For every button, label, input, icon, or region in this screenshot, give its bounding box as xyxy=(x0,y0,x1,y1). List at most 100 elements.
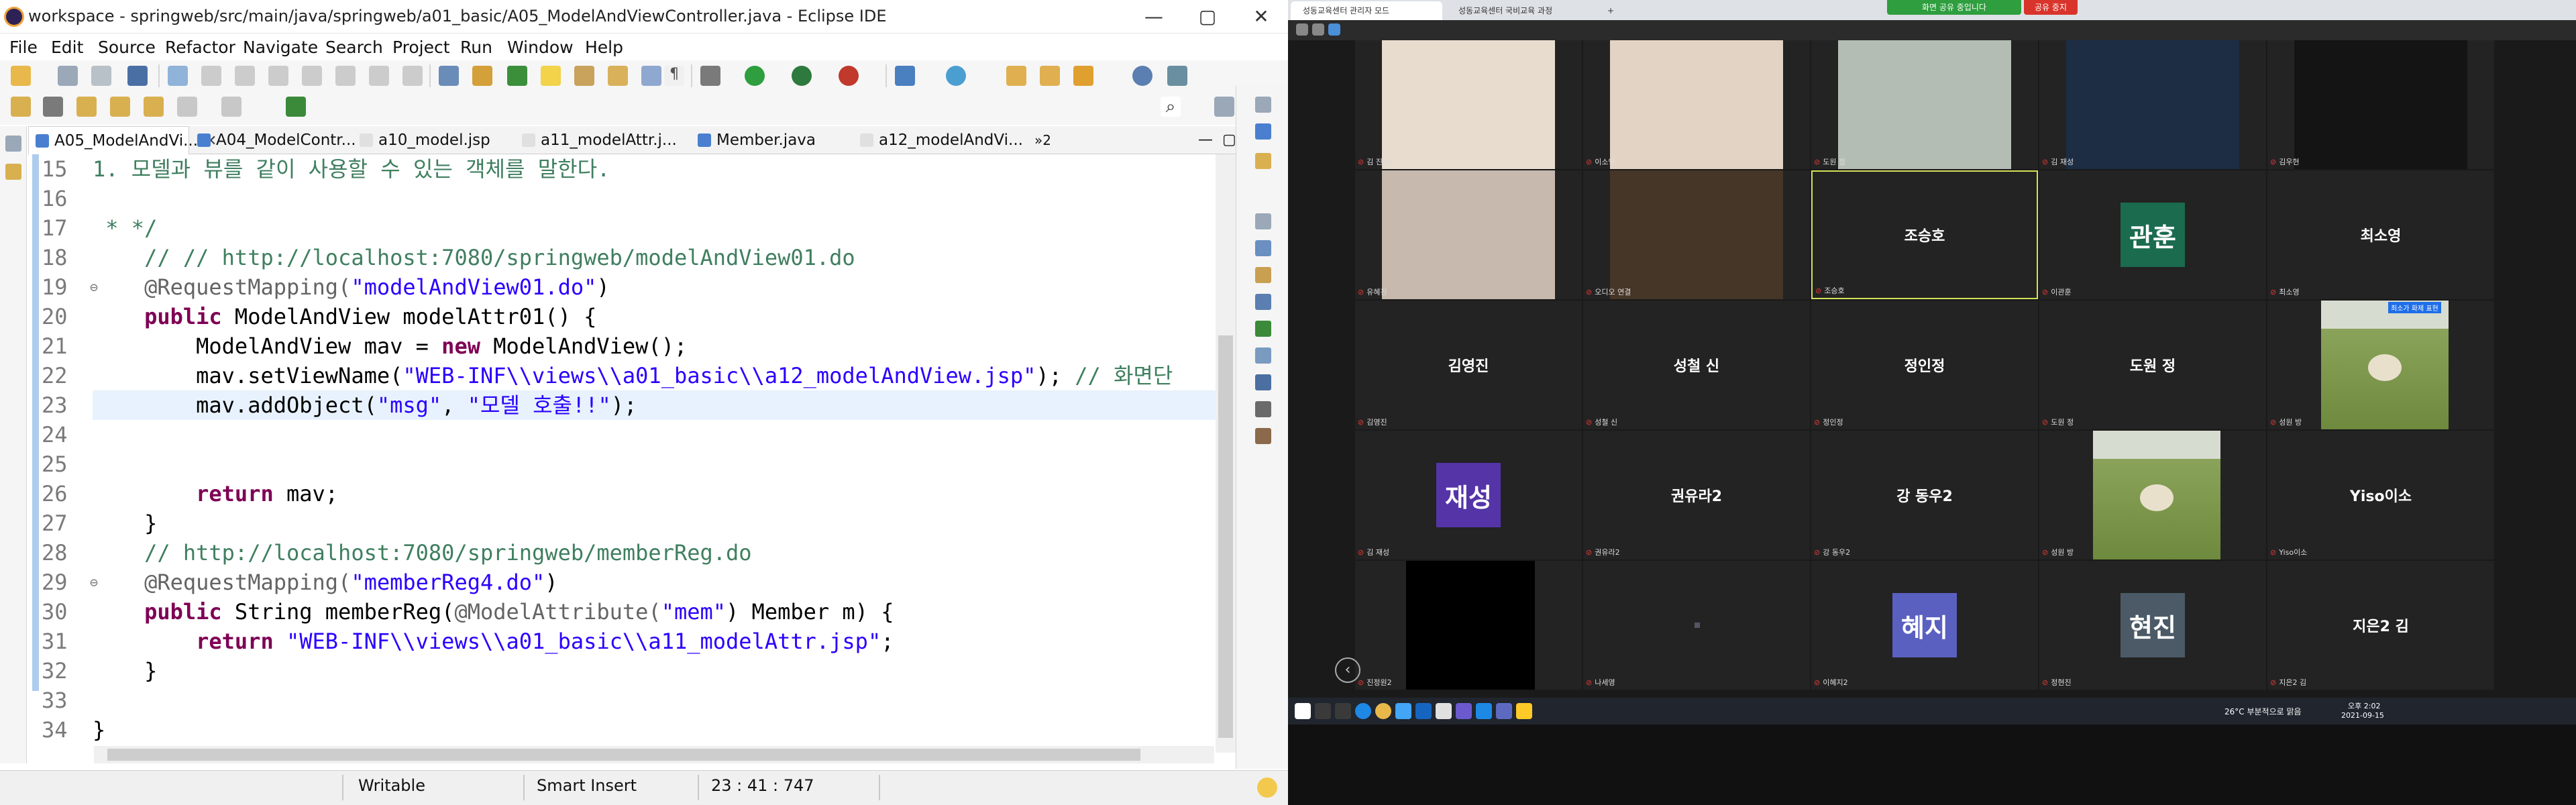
tab-a11-modelattr-jsp[interactable]: a11_modelAttr.j... xyxy=(515,126,690,154)
stop-share-button[interactable]: 공유 중지 xyxy=(2024,0,2078,15)
package-explorer-icon[interactable] xyxy=(5,164,21,180)
code-line[interactable]: } xyxy=(93,656,157,686)
globe-icon[interactable] xyxy=(1132,66,1152,86)
menu-window[interactable]: Window xyxy=(507,38,574,57)
code-line[interactable]: } xyxy=(93,508,157,538)
participant-tile[interactable]: 관훈 ⊘ 이관훈 xyxy=(2039,170,2266,299)
participant-tile[interactable]: ⊘ 진정원2 xyxy=(1355,561,1582,690)
participant-tile[interactable]: 권유라2 ⊘ 권유라2 xyxy=(1583,431,1810,559)
layout-icon[interactable] xyxy=(1312,23,1324,36)
chrome-icon[interactable] xyxy=(1375,703,1391,719)
problems-icon[interactable] xyxy=(1255,374,1271,390)
horizontal-scrollbar[interactable] xyxy=(94,746,1214,763)
participant-tile[interactable]: 지은2 김 ⊘ 지은2 김 xyxy=(2267,561,2494,690)
run-icon[interactable] xyxy=(745,66,765,86)
code-line[interactable]: @RequestMapping("memberReg4.do") xyxy=(93,568,558,597)
scroll-thumb[interactable] xyxy=(107,749,1140,761)
new-server-icon[interactable] xyxy=(895,66,915,86)
forward-icon[interactable] xyxy=(144,97,164,117)
save-all-icon[interactable] xyxy=(91,66,111,86)
step-return-icon[interactable] xyxy=(402,66,423,86)
open-project-icon[interactable] xyxy=(1040,66,1060,86)
menu-refactor[interactable]: Refactor xyxy=(165,38,235,57)
participant-tile[interactable]: 혜지 ⊘ 이혜지2 xyxy=(1811,561,2038,690)
explorer-icon[interactable] xyxy=(1436,703,1452,719)
app-icon[interactable] xyxy=(1476,703,1492,719)
new-tab-icon[interactable]: + xyxy=(1602,1,1622,20)
skip-breakpoints-icon[interactable] xyxy=(168,66,188,86)
code-line[interactable]: } xyxy=(93,715,105,745)
browser-tab-course[interactable]: 성동교육센터 국비교육 과정 xyxy=(1446,1,1598,20)
task-view-icon[interactable] xyxy=(1335,703,1351,719)
participant-tile[interactable]: ⊘ 이소영 xyxy=(1583,40,1810,169)
participant-tile[interactable]: ⊘ 도원 정 xyxy=(1811,40,2038,169)
gallery-view-icon[interactable] xyxy=(1328,23,1340,36)
code-line[interactable]: mav.setViewName("WEB-INF\\views\\a01_bas… xyxy=(93,361,1173,390)
tab-member-java[interactable]: Member.java xyxy=(691,126,852,154)
data-source-icon[interactable] xyxy=(1255,321,1271,337)
participant-tile[interactable]: ⊘ 성원 방 xyxy=(2039,431,2266,559)
toggle-breadcrumb-icon[interactable] xyxy=(574,66,594,86)
tab-a10-model-jsp[interactable]: a10_model.jsp xyxy=(353,126,514,154)
participant-tile[interactable]: 도원 정 ⊘ 도원 정 xyxy=(2039,301,2266,429)
spotlight-badge[interactable]: 최소가 화제 표현 xyxy=(2388,302,2441,313)
disconnect-icon[interactable] xyxy=(302,66,322,86)
forward-history-icon[interactable] xyxy=(221,97,241,117)
debug-icon[interactable] xyxy=(700,66,720,86)
restore-icon[interactable] xyxy=(5,136,21,152)
code-line[interactable]: return mav; xyxy=(93,479,338,508)
task-list-icon[interactable] xyxy=(1255,153,1271,169)
terminal-icon[interactable] xyxy=(127,66,148,86)
new-package-icon[interactable] xyxy=(946,66,966,86)
participant-tile[interactable]: 정인정 ⊘ 정인정 xyxy=(1811,301,2038,429)
terminate-icon[interactable] xyxy=(268,66,288,86)
eclipse-icon[interactable] xyxy=(1456,703,1472,719)
participant-tile[interactable]: 최소영 ⊘ 최소영 xyxy=(2267,170,2494,299)
participant-tile[interactable]: ⊘ 김 재성 xyxy=(2039,40,2266,169)
console-icon[interactable] xyxy=(1255,401,1271,417)
code-line[interactable]: 1. 모델과 뷰를 같이 사용할 수 있는 객체를 말한다. xyxy=(93,154,610,184)
tab-a04-modelcontroller[interactable]: A04_ModelContr... xyxy=(191,126,356,154)
step-into-icon[interactable] xyxy=(335,66,356,86)
participant-tile[interactable]: 조승호 ⊘ 조승호 xyxy=(1811,170,2038,299)
open-task-icon[interactable] xyxy=(472,66,492,86)
participant-tile[interactable]: ⊘ 김우현 xyxy=(2267,40,2494,169)
code-line[interactable]: // // http://localhost:7080/springweb/mo… xyxy=(93,243,855,272)
code-line[interactable]: public String memberReg(@ModelAttribute(… xyxy=(93,597,894,627)
windows-start-icon[interactable] xyxy=(1295,703,1311,719)
scroll-thumb[interactable] xyxy=(1218,335,1233,738)
servers-icon[interactable] xyxy=(1255,294,1271,310)
mark-occurrences-icon[interactable] xyxy=(541,66,561,86)
kakaotalk-icon[interactable] xyxy=(1516,703,1532,719)
search-icon[interactable]: ⌕ xyxy=(1161,97,1181,117)
code-line[interactable]: // http://localhost:7080/springweb/membe… xyxy=(93,538,751,568)
snippets-icon[interactable] xyxy=(1255,347,1271,364)
menu-edit[interactable]: Edit xyxy=(51,38,83,57)
java-ee-icon[interactable] xyxy=(507,66,527,86)
code-line[interactable]: * */ xyxy=(93,213,157,243)
open-folder-icon[interactable] xyxy=(1006,66,1026,86)
participant-tile[interactable]: 재성 ⊘ 김 재성 xyxy=(1355,431,1582,559)
participant-tile[interactable]: ⊘ 김 진성 xyxy=(1355,40,1582,169)
pin-editor-icon[interactable] xyxy=(286,97,306,117)
block-selection-icon[interactable] xyxy=(608,66,628,86)
maximize-button[interactable]: ▢ xyxy=(1187,4,1228,30)
menu-help[interactable]: Help xyxy=(585,38,623,57)
code-line[interactable]: ModelAndView mav = new ModelAndView(); xyxy=(93,331,687,361)
tab-a12-modelandview-jsp[interactable]: a12_modelAndVi... xyxy=(853,126,1028,154)
minimize-editor-icon[interactable]: — xyxy=(1198,126,1218,154)
external-tools-icon[interactable] xyxy=(839,66,859,86)
participant-tile[interactable]: ⊘ 나세영 xyxy=(1583,561,1810,690)
code-text-area[interactable]: 1. 모델과 뷰를 같이 사용할 수 있는 객체를 말한다. * */ // /… xyxy=(93,154,1233,753)
participant-tile[interactable]: ⊘ 오디오 연결 xyxy=(1583,170,1810,299)
new-icon[interactable] xyxy=(11,66,31,86)
menu-source[interactable]: Source xyxy=(98,38,156,57)
next-annotation-icon[interactable] xyxy=(43,97,63,117)
menu-run[interactable]: Run xyxy=(460,38,492,57)
resume-icon[interactable] xyxy=(201,66,221,86)
back-history-icon[interactable] xyxy=(177,97,197,117)
menu-file[interactable]: File xyxy=(9,38,38,57)
zoom-icon[interactable] xyxy=(1395,703,1411,719)
participant-tile[interactable]: 강 동우2 ⊘ 강 동우2 xyxy=(1811,431,2038,559)
last-edit-icon[interactable] xyxy=(76,97,97,117)
